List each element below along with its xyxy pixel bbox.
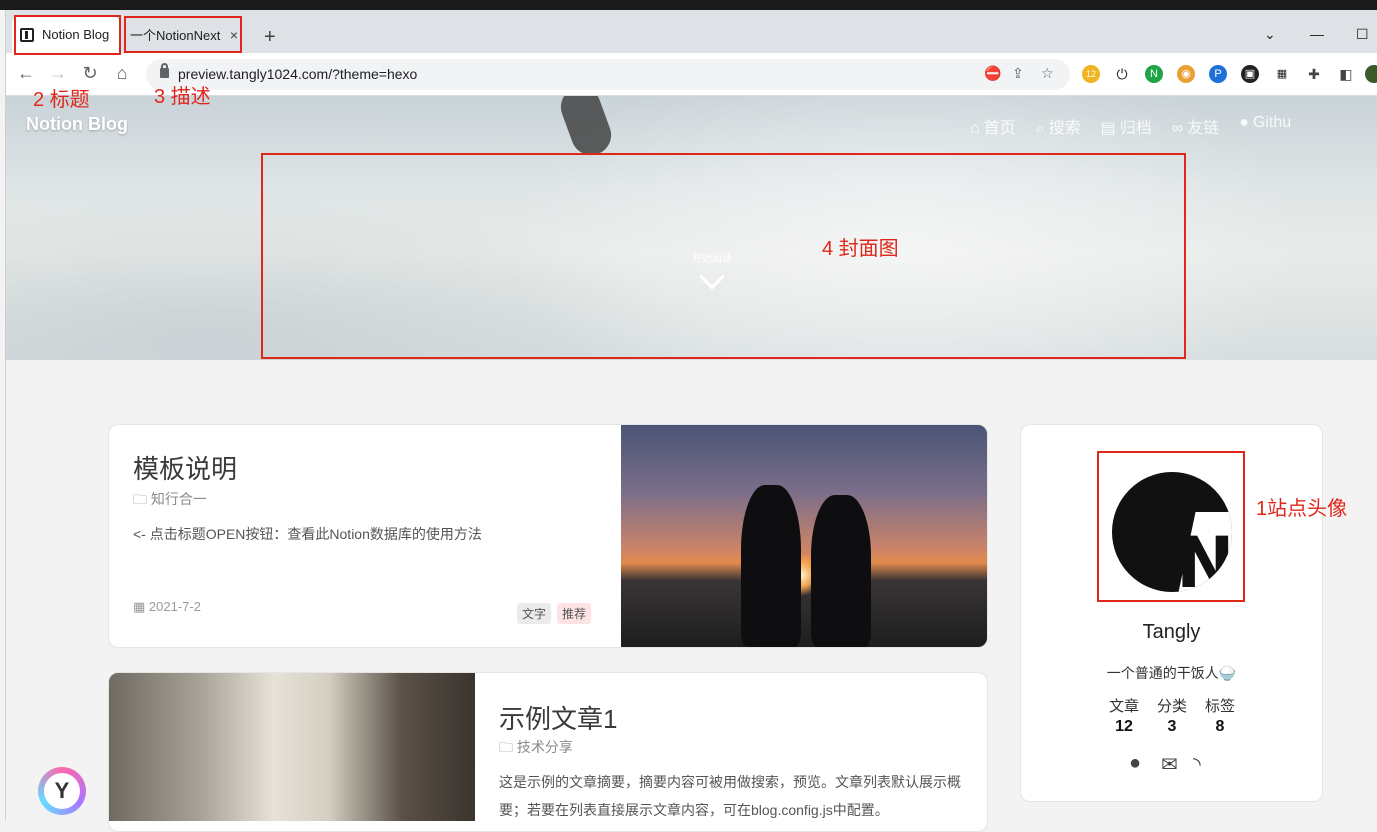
side-panel-icon[interactable]: ◧	[1337, 65, 1355, 83]
site-settings-icon[interactable]: ⛔	[984, 65, 1001, 82]
post-category[interactable]: 🗀 技术分享	[499, 737, 573, 761]
search-icon: ⌕	[1035, 120, 1045, 137]
stat-categories[interactable]: 分类 3	[1152, 695, 1192, 736]
profile-name: Tangly	[1142, 621, 1201, 643]
notion-logo-icon: N	[1176, 522, 1232, 592]
home-icon[interactable]: ⌂	[111, 63, 133, 84]
calendar-icon: ▦	[133, 599, 149, 614]
address-bar[interactable]: preview.tangly1024.com/?theme=hexo ⛔ ⇪ ☆	[146, 59, 1070, 90]
p-extension-icon[interactable]: P	[1209, 65, 1227, 83]
post-card[interactable]: 示例文章1 🗀 技术分享 这是示例的文章摘要，摘要内容可被用做搜索，预览。文章列…	[108, 672, 988, 832]
post-summary-line: 这是示例的文章摘要，摘要内容可被用做搜索，预览。文章列表默认展示概	[499, 774, 961, 790]
annotation-label-avatar: 1站点头像	[1256, 498, 1348, 520]
stat-posts[interactable]: 文章 12	[1104, 695, 1144, 736]
github-icon[interactable]: ●	[1129, 752, 1141, 775]
floating-logo-icon[interactable]	[38, 767, 86, 815]
silhouette-man	[741, 485, 801, 647]
puzzle-extensions-icon[interactable]: ✚	[1305, 65, 1323, 83]
menu-github[interactable]: ● Githu	[1239, 114, 1291, 138]
stat-tags[interactable]: 标签 8	[1200, 695, 1240, 736]
post-cover-image	[621, 425, 987, 647]
rss-icon[interactable]: ◝	[1193, 752, 1201, 777]
folder-icon: 🗀	[499, 739, 517, 755]
tab-search-chevron-icon[interactable]: ⌄	[1264, 26, 1276, 43]
archive-icon: ▤	[1100, 120, 1116, 137]
post-card[interactable]: 模板说明 🗀 知行合一 <- 点击标题OPEN按钮：查看此Notion数据库的使…	[108, 424, 988, 648]
github-icon: ●	[1239, 114, 1249, 131]
desktop-strip	[0, 0, 1377, 10]
post-date: ▦ 2021-7-2	[133, 599, 201, 614]
lock-icon	[160, 63, 169, 78]
share-icon[interactable]: ⇪	[1012, 65, 1024, 82]
maximize-icon[interactable]: ☐	[1356, 26, 1369, 43]
tag-badge[interactable]: 推荐	[557, 603, 592, 624]
menu-search[interactable]: ⌕ 搜索	[1036, 114, 1081, 138]
profile-avatar-icon[interactable]	[1365, 65, 1377, 83]
menu-links[interactable]: ∞ 友链	[1172, 114, 1219, 138]
silhouette-woman	[811, 495, 871, 647]
annotation-box-description	[124, 16, 242, 53]
qr-code-icon[interactable]: ▦	[1273, 65, 1291, 83]
bookmark-star-icon[interactable]: ☆	[1041, 65, 1054, 82]
home-icon: ⌂	[970, 120, 980, 137]
browser-toolbar: ← → ↻ ⌂ preview.tangly1024.com/?theme=he…	[6, 53, 1377, 96]
n-extension-icon[interactable]: N	[1145, 65, 1163, 83]
new-tab-icon[interactable]: +	[264, 26, 276, 49]
game-extension-icon[interactable]: ▣	[1241, 65, 1259, 83]
extension-badge-icon[interactable]: 12	[1082, 65, 1100, 83]
post-cover-image	[109, 673, 475, 821]
link-icon: ∞	[1171, 120, 1184, 137]
annotation-label-title: 2 标题	[33, 89, 90, 111]
forward-icon[interactable]: →	[47, 63, 69, 84]
url-text[interactable]: preview.tangly1024.com/?theme=hexo	[178, 66, 417, 82]
reload-icon[interactable]: ↻	[79, 63, 101, 84]
annotation-box-cover	[261, 153, 1186, 359]
post-title[interactable]: 示例文章1	[499, 699, 617, 736]
post-title[interactable]: 模板说明	[133, 449, 237, 486]
annotation-label-description: 3 描述	[154, 86, 211, 108]
post-summary: <- 点击标题OPEN按钮：查看此Notion数据库的使用方法	[133, 526, 482, 542]
folder-icon: 🗀	[133, 491, 151, 507]
annotation-label-cover: 4 封面图	[822, 238, 899, 260]
post-category[interactable]: 🗀 知行合一	[133, 489, 207, 513]
back-icon[interactable]: ←	[15, 63, 37, 84]
annotation-box-title	[14, 15, 121, 55]
top-menu: ⌂ 首页 ⌕ 搜索 ▤ 归档 ∞ 友链 ● Githu	[970, 114, 1291, 138]
menu-archive[interactable]: ▤ 归档	[1101, 114, 1152, 138]
cover-figure	[555, 96, 617, 161]
site-title[interactable]: Notion Blog	[26, 114, 128, 135]
dog-extension-icon[interactable]: ◉	[1177, 65, 1195, 83]
mail-icon[interactable]: ✉	[1161, 752, 1178, 777]
power-extension-icon[interactable]: ⏻	[1113, 65, 1131, 83]
minimize-icon[interactable]: —	[1310, 26, 1324, 42]
tag-badge[interactable]: 文字	[517, 603, 552, 624]
profile-description: 一个普通的干饭人🍚	[1106, 665, 1237, 681]
menu-home[interactable]: ⌂ 首页	[970, 114, 1016, 138]
